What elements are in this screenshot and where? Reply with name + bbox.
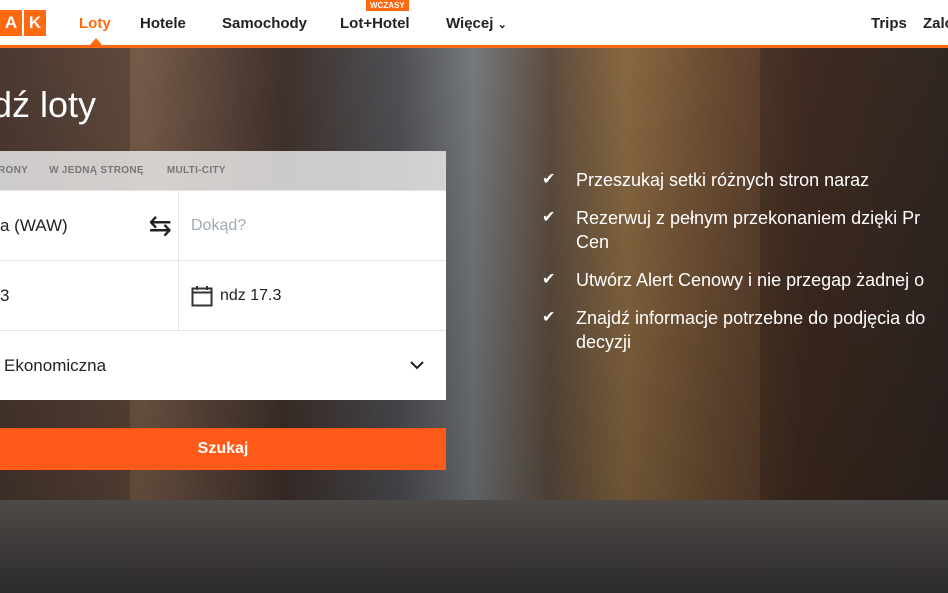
benefit-text: Utwórz Alert Cenowy i nie przegap żadnej… [576,270,925,290]
nav-hotels[interactable]: Hotele [140,15,186,32]
logo-letter: A [0,10,22,36]
benefit-text: Cen [576,232,610,252]
check-icon: ✔ [542,271,556,288]
benefits-list: ✔ Przeszukaj setki różnych stron naraz ✔ R… [542,168,948,368]
destination-placeholder: Dokąd? [191,216,247,234]
cabin-select[interactable]: Ekonomiczna [0,330,446,400]
tab-one-way[interactable]: W JEDNĄ STRONĘ [49,165,144,176]
benefit-item: ✔ Utwórz Alert Cenowy i nie przegap żadne… [542,268,948,292]
depart-date-field[interactable]: 3 [0,261,179,330]
benefit-item: ✔ Znajdź informacje potrzebne do podjęcia… [542,306,948,354]
check-icon: ✔ [542,209,556,226]
return-date: ndz 17.3 [220,286,282,304]
vacation-badge: WCZASY [366,0,409,11]
nav-login[interactable]: Zalo [923,15,948,32]
chevron-down-icon: ⌄ [497,19,507,31]
benefit-item: ✔ Rezerwuj z pełnym przekonaniem dzięki P… [542,206,948,254]
nav-cars[interactable]: Samochody [222,15,307,32]
tab-round-trip[interactable]: RONY [0,165,28,176]
active-caret [90,38,102,45]
check-icon: ✔ [542,309,556,326]
benefit-item: ✔ Przeszukaj setki różnych stron naraz [542,168,948,192]
nav-flight-hotel[interactable]: Lot+Hotel [340,15,410,32]
destination-field[interactable]: Dokąd? [179,191,446,260]
chevron-down-icon [410,361,424,370]
calendar-icon [191,285,213,306]
benefit-text: Rezerwuj z pełnym przekonaniem dzięki Pr [576,208,921,228]
benefit-text: Przeszukaj setki różnych stron naraz [576,170,870,190]
nav-trips[interactable]: Trips [871,15,907,32]
cabin-value: Ekonomiczna [4,355,107,375]
logo[interactable]: A K [0,10,46,36]
return-date-field[interactable]: ndz 17.3 [179,261,446,330]
origin-field[interactable]: a (WAW) ⇆ [0,191,179,260]
check-icon: ✔ [542,171,556,188]
swap-icon[interactable]: ⇆ [149,209,172,242]
depart-date: 3 [0,285,10,305]
search-form: RONY W JEDNĄ STRONĘ MULTI-CITY a (WAW) ⇆… [0,151,446,400]
origin-value: a (WAW) [0,215,68,235]
benefit-text: decyzji [576,332,632,352]
street [0,500,948,593]
logo-letter: K [24,10,46,36]
tab-multi-city[interactable]: MULTI-CITY [167,165,226,176]
page-title: dź loty [0,84,97,125]
nav-flights[interactable]: Loty [79,15,111,32]
benefit-text: Znajdź informacje potrzebne do podjęcia … [576,308,926,328]
nav-more-label: Więcej [446,15,494,32]
top-nav: A K Loty Hotele Samochody WCZASY Lot+Hot… [0,0,948,48]
nav-more[interactable]: Więcej ⌄ [446,15,507,32]
search-button[interactable]: Szukaj [0,428,446,470]
